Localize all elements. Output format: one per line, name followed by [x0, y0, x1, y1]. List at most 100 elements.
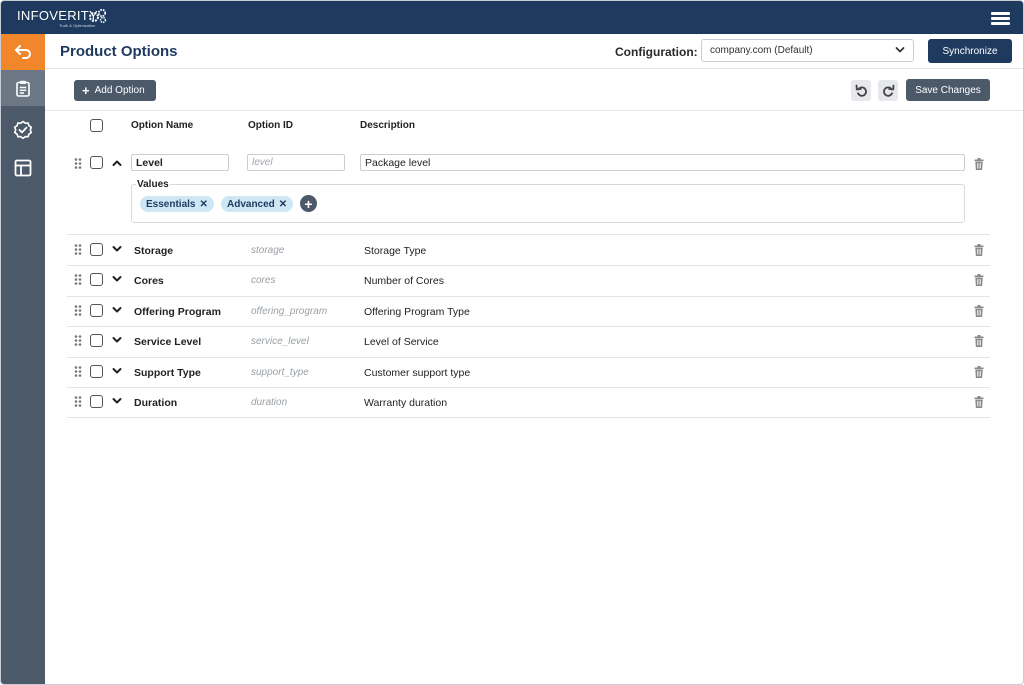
brand-tagline: Truth & Optimization [59, 23, 96, 28]
values-box: Values Essentials ✕ Advanced ✕ + [131, 179, 965, 223]
option-name: Support Type [134, 366, 201, 379]
chevron-down-icon[interactable] [112, 367, 122, 375]
option-description: Warranty duration [364, 397, 448, 409]
chevron-down-icon[interactable] [112, 275, 122, 283]
sidebar-item-validation[interactable] [1, 112, 45, 148]
option-description: Offering Program Type [364, 305, 470, 318]
sidebar-item-options[interactable] [1, 70, 45, 106]
synchronize-button[interactable]: Synchronize [928, 39, 1012, 63]
configuration-value: company.com (Default) [710, 45, 813, 56]
row-checkbox[interactable] [90, 156, 103, 169]
menu-icon[interactable] [991, 12, 1010, 25]
option-name: Service Level [134, 336, 202, 349]
layout-icon [14, 159, 32, 177]
trash-icon[interactable] [974, 335, 984, 348]
brand-logo: INFOVERITY [17, 8, 99, 23]
description-input[interactable]: Package level [360, 154, 965, 171]
value-chip-label: Advanced [227, 198, 275, 210]
option-description: Storage Type [364, 245, 427, 257]
option-name: Storage [134, 245, 174, 257]
option-description: Number of Cores [364, 275, 444, 288]
trash-icon[interactable] [974, 274, 984, 287]
table-row-expanded: Level level Package level Values Essenti… [67, 149, 990, 233]
drag-handle-icon[interactable] [74, 244, 82, 255]
drag-handle-icon[interactable] [74, 304, 82, 316]
chevron-up-icon[interactable] [112, 159, 122, 167]
chevron-down-icon [895, 47, 905, 53]
page-title: Product Options [60, 43, 178, 60]
drag-handle-icon[interactable] [74, 396, 82, 407]
sidebar-back-button[interactable] [1, 34, 45, 70]
chevron-down-icon[interactable] [112, 306, 122, 314]
row-checkbox[interactable] [90, 243, 103, 256]
column-header-option-id: Option ID [248, 120, 293, 131]
add-option-label: Add Option [94, 85, 145, 96]
option-id: storage [251, 245, 285, 256]
table-row: Service Level service_level Level of Servi… [67, 326, 990, 356]
table-row: Duration duration Warranty duration [67, 387, 990, 417]
column-header-option-name: Option Name [131, 120, 194, 131]
option-description: Level of Service [364, 336, 439, 349]
option-name: Duration [134, 397, 178, 409]
value-chip[interactable]: Essentials ✕ [140, 196, 214, 212]
app-frame: INFOVERITY Truth & Optimization Product … [0, 0, 1024, 685]
page-header: Product Options Configuration: company.c… [45, 34, 1023, 69]
select-all-checkbox[interactable] [90, 119, 103, 132]
option-id: support_type [251, 366, 309, 378]
column-header-description: Description [360, 120, 416, 131]
sidebar [1, 34, 45, 684]
table-row: Offering Program offering_program Offering… [67, 296, 990, 326]
redo-button[interactable] [878, 80, 898, 101]
row-checkbox[interactable] [90, 364, 103, 378]
redo-icon [882, 84, 894, 97]
top-bar: INFOVERITY Truth & Optimization [1, 1, 1023, 34]
row-checkbox[interactable] [90, 273, 103, 287]
row-checkbox[interactable] [90, 303, 103, 317]
undo-button[interactable] [851, 80, 871, 101]
trash-icon[interactable] [974, 158, 984, 170]
option-name-input[interactable]: Level [131, 154, 229, 171]
add-option-button[interactable]: + Add Option [74, 80, 156, 101]
values-label: Values [136, 179, 170, 190]
drag-handle-icon[interactable] [74, 365, 82, 377]
remove-value-icon[interactable]: ✕ [279, 199, 287, 210]
option-id: cores [251, 275, 276, 287]
option-name: Offering Program [134, 305, 221, 318]
option-id: offering_program [251, 305, 328, 317]
chevron-down-icon[interactable] [112, 245, 122, 253]
chevron-down-icon[interactable] [112, 336, 122, 344]
table-row: Support Type support_type Customer support… [67, 357, 990, 387]
row-divider [67, 417, 990, 419]
badge-check-icon [13, 120, 33, 140]
save-changes-button[interactable]: Save Changes [906, 79, 990, 101]
sidebar-item-layout[interactable] [1, 150, 45, 186]
undo-icon [855, 84, 867, 97]
option-id: duration [251, 397, 288, 408]
trash-icon[interactable] [974, 244, 984, 256]
trash-icon[interactable] [974, 396, 984, 408]
trash-icon[interactable] [974, 304, 984, 317]
plus-icon: + [82, 82, 90, 98]
table-row: Cores cores Number of Cores [67, 265, 990, 295]
clipboard-icon [16, 80, 30, 97]
drag-handle-icon[interactable] [74, 158, 82, 169]
trash-icon[interactable] [974, 365, 984, 378]
table-row: Storage storage Storage Type [67, 235, 990, 265]
option-name: Cores [134, 275, 164, 288]
value-chip[interactable]: Advanced ✕ [221, 196, 294, 212]
row-checkbox[interactable] [90, 334, 103, 348]
chevron-down-icon[interactable] [112, 397, 122, 405]
option-description: Customer support type [364, 366, 471, 379]
drag-handle-icon[interactable] [74, 335, 82, 346]
add-value-button[interactable]: + [300, 195, 317, 212]
option-id: service_level [251, 336, 309, 348]
remove-value-icon[interactable]: ✕ [199, 199, 207, 210]
value-chip-label: Essentials [146, 198, 196, 210]
drag-handle-icon[interactable] [74, 274, 82, 286]
option-id-input[interactable]: level [247, 154, 345, 171]
toolbar: + Add Option Save Changes [45, 69, 1023, 111]
row-checkbox[interactable] [90, 395, 103, 408]
configuration-select[interactable]: company.com (Default) [701, 39, 914, 62]
back-arrow-icon [15, 45, 31, 59]
configuration-label: Configuration: [615, 45, 698, 59]
